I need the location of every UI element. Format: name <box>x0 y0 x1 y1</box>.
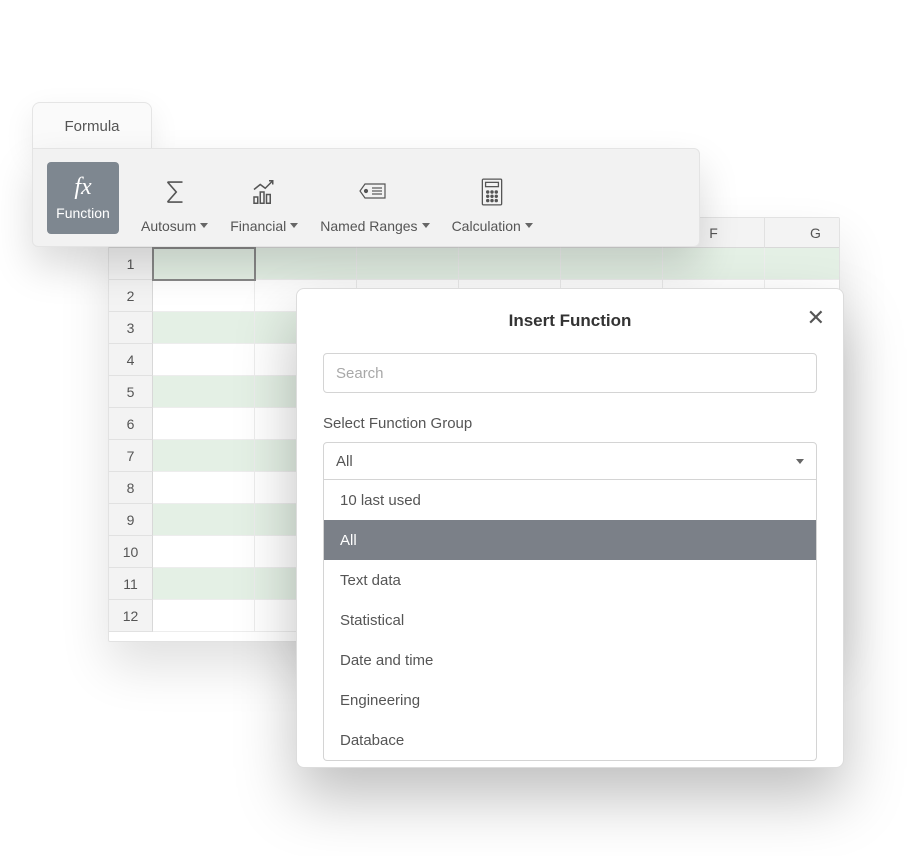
ribbon-toolbar: fx Function Autosum Financial <box>32 148 700 247</box>
cell[interactable] <box>153 376 255 408</box>
cell[interactable] <box>153 472 255 504</box>
dialog-title: Insert Function <box>323 311 817 331</box>
close-icon: ✕ <box>807 305 825 330</box>
chevron-down-icon <box>796 459 804 464</box>
option-database[interactable]: Databace <box>324 720 816 760</box>
cell[interactable] <box>153 440 255 472</box>
financial-dropdown[interactable]: Financial <box>230 162 298 234</box>
row-header[interactable]: 2 <box>109 280 153 312</box>
cell[interactable] <box>153 600 255 632</box>
chevron-down-icon <box>525 223 533 228</box>
row-header[interactable]: 12 <box>109 600 153 632</box>
close-button[interactable]: ✕ <box>807 307 825 329</box>
row-header[interactable]: 5 <box>109 376 153 408</box>
option-engineering[interactable]: Engineering <box>324 680 816 720</box>
financial-label: Financial <box>230 218 286 234</box>
option-all[interactable]: All <box>324 520 816 560</box>
cell[interactable] <box>561 248 663 280</box>
row-header[interactable]: 4 <box>109 344 153 376</box>
cell[interactable] <box>153 280 255 312</box>
cell-a1[interactable] <box>153 248 255 280</box>
cell[interactable] <box>663 248 765 280</box>
row-header[interactable]: 7 <box>109 440 153 472</box>
calculator-icon <box>479 177 505 207</box>
row-header[interactable]: 11 <box>109 568 153 600</box>
cell[interactable] <box>153 504 255 536</box>
row-header[interactable]: 8 <box>109 472 153 504</box>
autosum-label: Autosum <box>141 218 196 234</box>
fx-icon: fx <box>74 174 91 201</box>
function-group-label: Select Function Group <box>323 415 817 432</box>
ribbon-tab-formula[interactable]: Formula <box>32 102 152 149</box>
row-header[interactable]: 6 <box>109 408 153 440</box>
row-header[interactable]: 9 <box>109 504 153 536</box>
row-header[interactable]: 3 <box>109 312 153 344</box>
row-header[interactable]: 10 <box>109 536 153 568</box>
cell[interactable] <box>153 536 255 568</box>
option-text-data[interactable]: Text data <box>324 560 816 600</box>
named-ranges-label: Named Ranges <box>320 218 417 234</box>
chart-up-icon <box>249 177 279 207</box>
option-10-last-used[interactable]: 10 last used <box>324 480 816 520</box>
option-date-time[interactable]: Date and time <box>324 640 816 680</box>
function-group-select[interactable]: All <box>323 442 817 480</box>
named-ranges-dropdown[interactable]: Named Ranges <box>320 162 429 234</box>
column-header[interactable]: G <box>765 218 840 248</box>
function-button[interactable]: fx Function <box>47 162 119 234</box>
chevron-down-icon <box>422 223 430 228</box>
function-group-dropdown: 10 last used All Text data Statistical D… <box>323 480 817 761</box>
cell[interactable] <box>153 344 255 376</box>
cell[interactable] <box>153 408 255 440</box>
search-input[interactable] <box>323 353 817 393</box>
autosum-dropdown[interactable]: Autosum <box>141 162 208 234</box>
cell[interactable] <box>357 248 459 280</box>
cell[interactable] <box>459 248 561 280</box>
function-group-value: All <box>336 453 353 470</box>
function-button-label: Function <box>56 205 110 221</box>
tag-icon <box>358 179 392 205</box>
sigma-icon <box>160 177 190 207</box>
option-statistical[interactable]: Statistical <box>324 600 816 640</box>
calculation-dropdown[interactable]: Calculation <box>452 162 533 234</box>
chevron-down-icon <box>290 223 298 228</box>
cell[interactable] <box>765 248 840 280</box>
row-header[interactable]: 1 <box>109 248 153 280</box>
ribbon-tab-label: Formula <box>64 118 119 135</box>
cell[interactable] <box>153 312 255 344</box>
cell[interactable] <box>153 568 255 600</box>
calculation-label: Calculation <box>452 218 521 234</box>
cell[interactable] <box>255 248 357 280</box>
insert-function-dialog: ✕ Insert Function Select Function Group … <box>296 288 844 768</box>
chevron-down-icon <box>200 223 208 228</box>
